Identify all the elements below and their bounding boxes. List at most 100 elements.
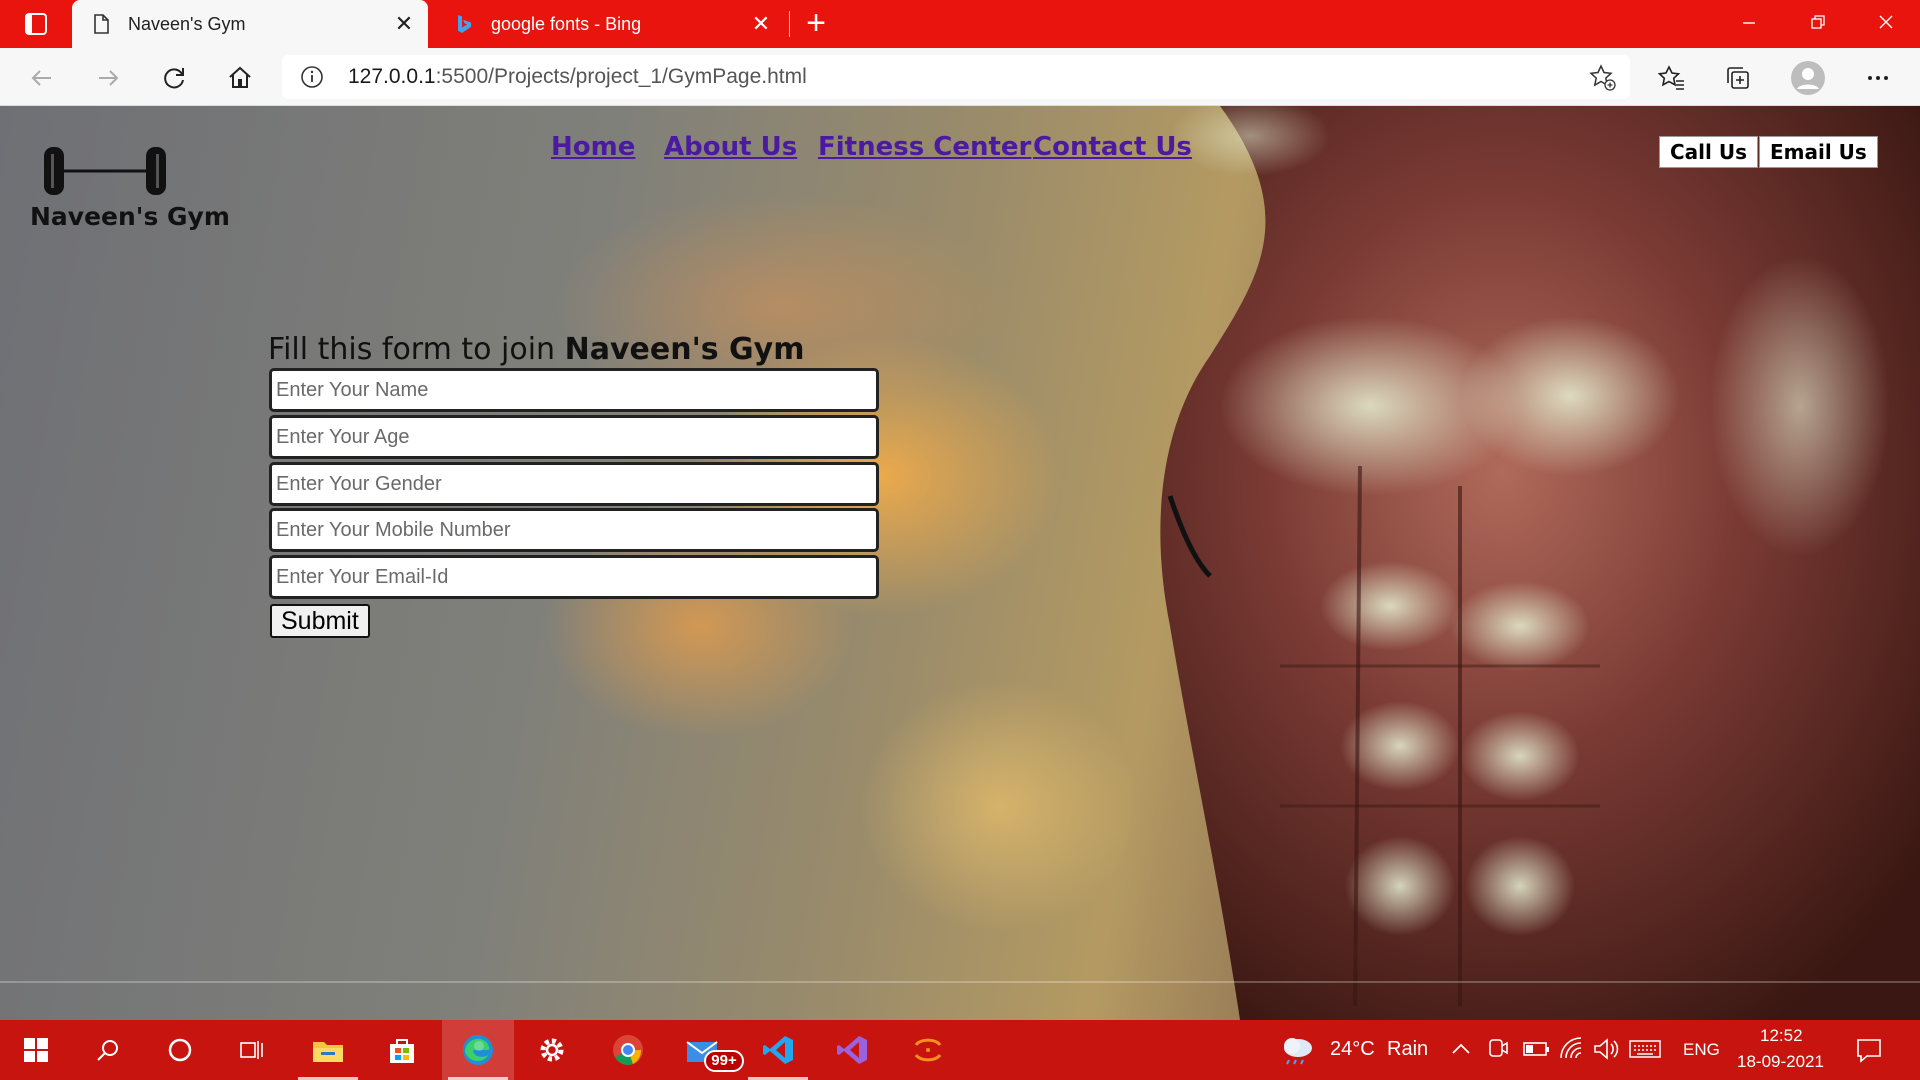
site-brand-name: Naveen's Gym: [30, 202, 230, 231]
browser-title-bar: Naveen's Gym ✕ google fonts - Bing ✕ +: [0, 0, 1920, 48]
tab-naveens-gym[interactable]: Naveen's Gym ✕: [72, 0, 428, 48]
close-window-button[interactable]: [1851, 0, 1920, 44]
collections-icon: [1727, 67, 1749, 89]
windows-logo-icon: [24, 1038, 48, 1062]
form-heading: Fill this form to join Naveen's Gym: [268, 332, 805, 367]
mobile-number-input[interactable]: [269, 508, 879, 552]
tab-title: Naveen's Gym: [128, 13, 246, 34]
arrow-right-icon: [99, 70, 119, 86]
windows-taskbar: 99+ 24°C Rain ENG 12:52 18-09-2021: [0, 1020, 1920, 1080]
url-path: :5500/Projects/project_1/GymPage.html: [435, 65, 807, 88]
url-host: 127.0.0.1: [348, 65, 436, 88]
vscode-icon: [763, 1036, 793, 1064]
dumbbell-logo-icon: [44, 147, 166, 195]
new-tab-button[interactable]: +: [798, 6, 834, 42]
keyboard-icon[interactable]: [1628, 1038, 1662, 1065]
refresh-button[interactable]: [154, 58, 194, 98]
start-button[interactable]: [0, 1020, 72, 1080]
add-favorite-icon[interactable]: [1588, 63, 1618, 93]
close-icon: [1879, 15, 1892, 29]
page-viewport: Naveen's Gym Home About Us Fitness Cente…: [0, 106, 1920, 1020]
app-orbit-icon: [914, 1038, 942, 1062]
avatar-icon: [1791, 61, 1825, 95]
settings-button[interactable]: [516, 1020, 588, 1080]
task-view-button[interactable]: [216, 1020, 288, 1080]
tab-separator: [789, 11, 790, 37]
arrow-left-icon: [31, 70, 51, 86]
folder-icon: [313, 1042, 343, 1062]
vscode-button[interactable]: [742, 1020, 814, 1080]
gear-icon: [540, 1038, 564, 1062]
nav-home-link[interactable]: Home: [551, 132, 635, 162]
search-icon: [97, 1040, 118, 1061]
nav-about-us-link[interactable]: About Us: [664, 132, 797, 162]
cortana-button[interactable]: [144, 1020, 216, 1080]
page-icon: [94, 14, 109, 34]
back-button[interactable]: [22, 58, 62, 98]
minimize-button[interactable]: [1714, 0, 1783, 44]
email-input[interactable]: [269, 555, 879, 599]
home-button[interactable]: [220, 58, 260, 98]
tab-google-fonts-bing[interactable]: google fonts - Bing ✕: [435, 0, 785, 48]
weather-description[interactable]: Rain: [1387, 1038, 1428, 1061]
favorites-icon: [1658, 65, 1684, 90]
edge-browser-icon: [463, 1035, 493, 1065]
cortana-circle-icon: [168, 1038, 192, 1062]
show-hidden-icons-chevron-icon[interactable]: [1450, 1038, 1472, 1065]
tab-actions-menu-icon[interactable]: [12, 10, 58, 38]
settings-more-button[interactable]: [1858, 58, 1898, 98]
submit-button[interactable]: Submit: [270, 604, 370, 638]
visual-studio-button[interactable]: [816, 1020, 888, 1080]
home-icon: [229, 66, 251, 88]
store-bag-icon: [390, 1039, 414, 1063]
gender-input[interactable]: [269, 462, 879, 506]
form-heading-gym-name: Naveen's Gym: [564, 332, 805, 367]
mail-button[interactable]: 99+: [666, 1020, 744, 1080]
name-input[interactable]: [269, 368, 879, 412]
refresh-icon: [164, 68, 184, 89]
profile-button[interactable]: [1788, 58, 1828, 98]
call-us-button[interactable]: Call Us: [1659, 136, 1758, 168]
restore-icon: [1810, 15, 1825, 29]
notifications-icon[interactable]: [1855, 1036, 1883, 1069]
collections-button[interactable]: [1718, 58, 1758, 98]
task-view-icon: [240, 1041, 263, 1059]
more-dots-icon: [1868, 76, 1888, 80]
tab-title: google fonts - Bing: [491, 13, 642, 34]
url-text: 127.0.0.1:5500/Projects/project_1/GymPag…: [348, 65, 807, 89]
info-icon[interactable]: [300, 65, 324, 89]
restore-button[interactable]: [1783, 0, 1852, 44]
mail-unread-badge: 99+: [704, 1050, 744, 1072]
page-divider: [0, 981, 1920, 983]
edge-button[interactable]: [442, 1020, 514, 1080]
battery-icon[interactable]: [1522, 1038, 1550, 1065]
forward-button[interactable]: [88, 58, 128, 98]
chrome-button[interactable]: [592, 1020, 664, 1080]
java-ide-button[interactable]: [892, 1020, 964, 1080]
weather-icon[interactable]: [1280, 1032, 1316, 1068]
nav-contact-us-link[interactable]: Contact Us: [1033, 132, 1192, 162]
clock-time[interactable]: 12:52: [1760, 1026, 1803, 1046]
volume-icon[interactable]: [1592, 1036, 1620, 1067]
email-us-button[interactable]: Email Us: [1759, 136, 1878, 168]
favorites-button[interactable]: [1652, 58, 1692, 98]
bodybuilder-background-image: [1160, 106, 1920, 1020]
address-bar[interactable]: 127.0.0.1:5500/Projects/project_1/GymPag…: [282, 55, 1630, 99]
meet-now-icon[interactable]: [1486, 1036, 1510, 1067]
tab-close-icon[interactable]: ✕: [745, 8, 777, 40]
file-explorer-button[interactable]: [292, 1020, 364, 1080]
tab-close-icon[interactable]: ✕: [388, 8, 420, 40]
chrome-icon: [613, 1035, 643, 1065]
wifi-icon[interactable]: [1558, 1036, 1584, 1067]
nav-fitness-center-link[interactable]: Fitness Center: [818, 132, 1031, 162]
form-heading-text: Fill this form to join: [268, 332, 565, 367]
weather-temperature[interactable]: 24°C: [1330, 1038, 1375, 1061]
bing-icon: [458, 15, 472, 33]
clock-date[interactable]: 18-09-2021: [1737, 1052, 1824, 1072]
browser-toolbar: 127.0.0.1:5500/Projects/project_1/GymPag…: [0, 48, 1920, 106]
input-language[interactable]: ENG: [1683, 1040, 1720, 1060]
visual-studio-icon: [837, 1036, 867, 1064]
microsoft-store-button[interactable]: [366, 1020, 438, 1080]
age-input[interactable]: [269, 415, 879, 459]
search-button[interactable]: [72, 1020, 144, 1080]
